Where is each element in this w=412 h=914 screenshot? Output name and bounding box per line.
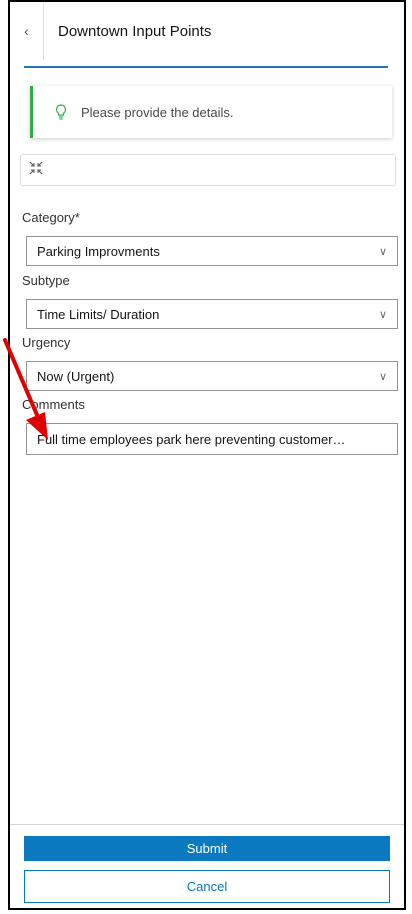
comments-value: Full time employees park here preventing…: [37, 431, 346, 447]
lightbulb-icon: [55, 104, 67, 120]
footer-divider: [10, 824, 404, 825]
form-panel: ‹ Downtown Input Points Please provide t…: [8, 0, 406, 910]
category-label: Category*: [22, 210, 80, 225]
progress-bar: [24, 66, 388, 68]
chevron-left-icon: ‹: [24, 23, 29, 39]
urgency-select[interactable]: Now (Urgent) ∨: [26, 361, 398, 391]
back-button[interactable]: ‹: [10, 2, 44, 60]
chevron-down-icon: ∨: [378, 370, 387, 383]
cancel-button[interactable]: Cancel: [24, 870, 390, 903]
comments-input[interactable]: Full time employees park here preventing…: [26, 423, 398, 455]
category-value: Parking Improvments: [37, 243, 160, 259]
tip-message: Please provide the details.: [30, 86, 392, 138]
urgency-label: Urgency: [22, 335, 71, 350]
panel-header: ‹ Downtown Input Points: [10, 2, 404, 60]
category-select[interactable]: Parking Improvments ∨: [26, 236, 398, 266]
comments-label: Comments: [22, 397, 85, 412]
toolbar: [20, 154, 396, 186]
chevron-down-icon: ∨: [378, 308, 387, 321]
subtype-label: Subtype: [22, 273, 70, 288]
tip-text: Please provide the details.: [81, 104, 234, 120]
chevron-down-icon: ∨: [378, 245, 387, 258]
collapse-icon[interactable]: [29, 161, 43, 180]
submit-button[interactable]: Submit: [24, 836, 390, 861]
subtype-select[interactable]: Time Limits/ Duration ∨: [26, 299, 398, 329]
urgency-value: Now (Urgent): [37, 368, 115, 384]
subtype-value: Time Limits/ Duration: [37, 306, 160, 322]
page-title: Downtown Input Points: [58, 22, 212, 40]
